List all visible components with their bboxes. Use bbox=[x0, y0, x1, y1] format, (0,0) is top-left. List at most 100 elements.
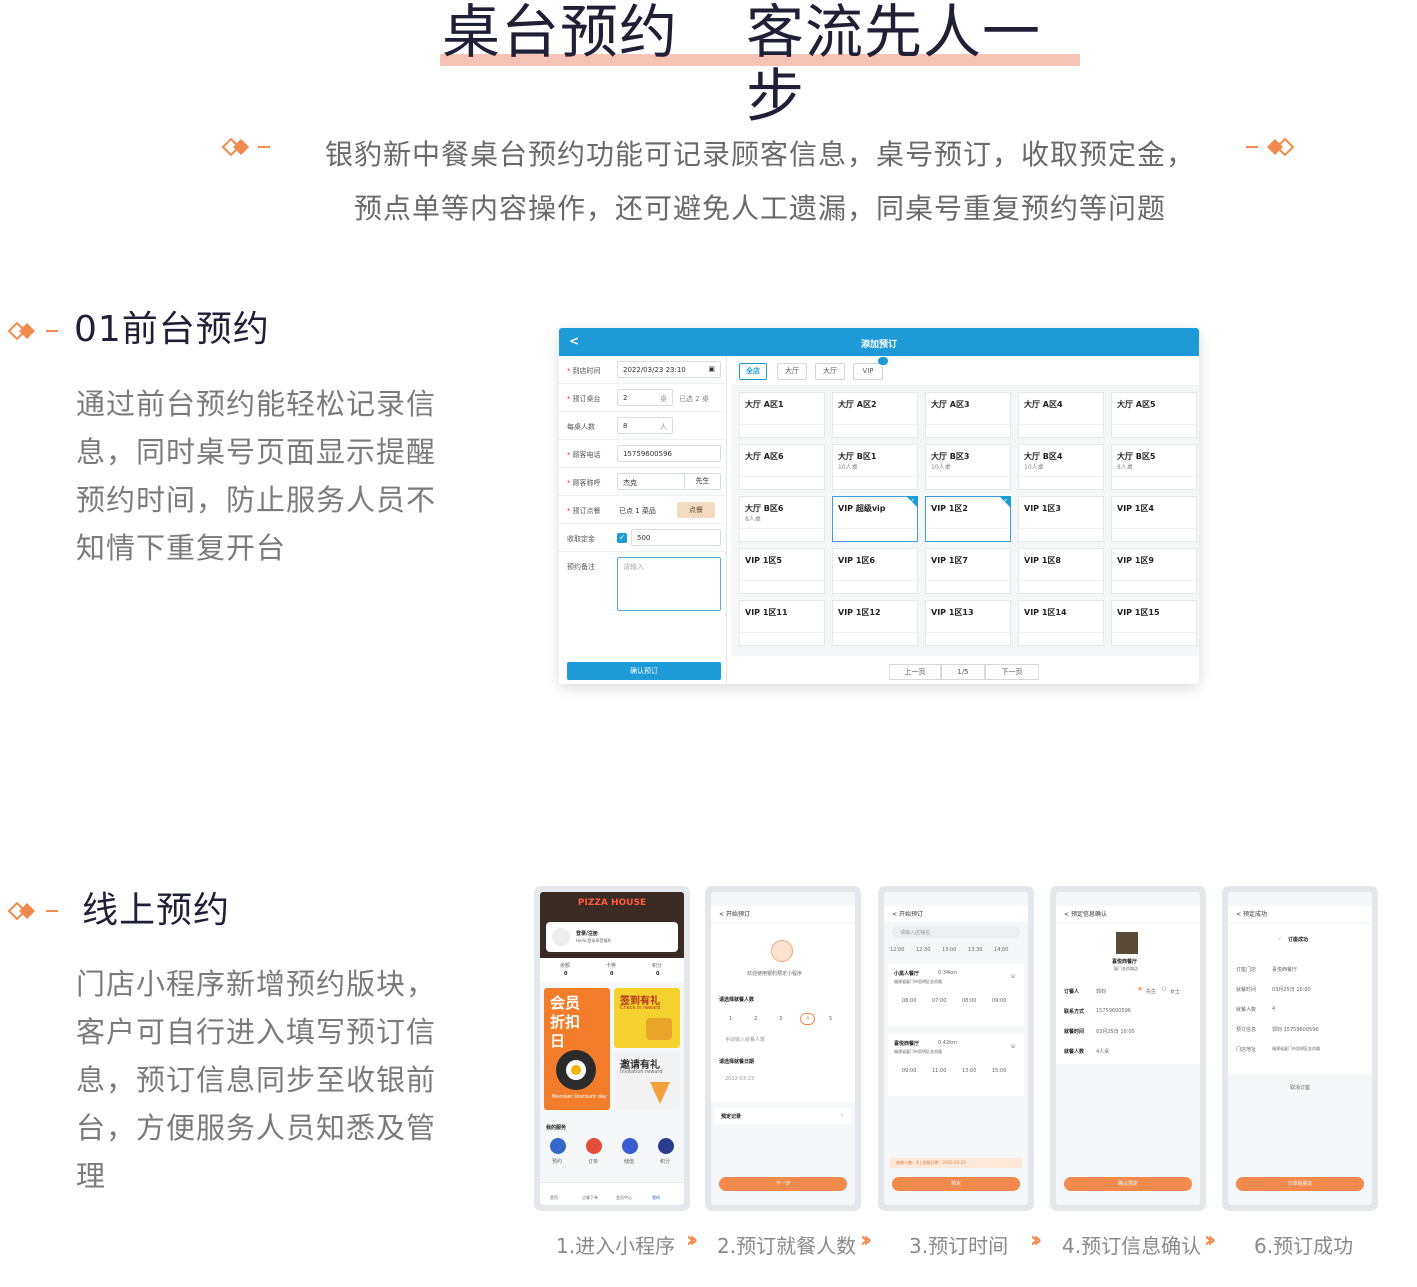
table-cell[interactable]: VIP 1区15 bbox=[1111, 600, 1197, 646]
reserve-button[interactable]: 预定 bbox=[892, 1177, 1020, 1191]
table-cell[interactable]: 大厅 B区1 10人桌 bbox=[832, 444, 918, 490]
note-textarea[interactable]: 请输入 bbox=[617, 557, 721, 611]
next-page-button[interactable]: 下一页 bbox=[985, 664, 1039, 680]
table-count-field[interactable]: 2桌 bbox=[617, 389, 673, 406]
confirm-reserve-button[interactable]: 确认预定 bbox=[1064, 1177, 1192, 1191]
table-cell[interactable]: VIP 1区2 ✓ bbox=[925, 496, 1011, 542]
time-chip[interactable]: 12:30 bbox=[916, 947, 930, 953]
title-select[interactable]: 先生 bbox=[684, 474, 720, 489]
back-icon[interactable]: < bbox=[1064, 911, 1069, 918]
member-discount-card[interactable]: 会员折扣日 Member Discount day bbox=[544, 988, 610, 1110]
time-chip[interactable]: 13:30 bbox=[968, 947, 982, 953]
store-card[interactable]: 小黑人餐厅 0.34km 福建省厦门市思明区金尚路 ☏ 08:00 07:00 … bbox=[888, 964, 1024, 1026]
phone-icon[interactable]: ☏ bbox=[1010, 974, 1016, 980]
people-option[interactable]: 5 bbox=[829, 1016, 832, 1022]
table-cell[interactable]: 大厅 B区5 8人桌 bbox=[1111, 444, 1197, 490]
people-option[interactable]: 2 bbox=[754, 1016, 757, 1022]
table-cell[interactable]: VIP 1区7 bbox=[925, 548, 1011, 594]
form-row-order: * 预订点餐 已点 1 菜品 点餐 bbox=[559, 496, 727, 524]
table-cell[interactable]: VIP 1区6 bbox=[832, 548, 918, 594]
people-option-selected[interactable]: 4 bbox=[800, 1013, 816, 1025]
table-cell[interactable]: 大厅 B区3 10人桌 bbox=[925, 444, 1011, 490]
login-card[interactable]: 登录/注册 Hello,登录享受福利 bbox=[546, 922, 678, 952]
time-chip[interactable]: 13:00 bbox=[942, 947, 956, 953]
tab-vip[interactable]: VIP bbox=[853, 357, 888, 380]
deposit-checkbox[interactable]: ✓ bbox=[617, 533, 627, 543]
tab-mine[interactable]: 我的 bbox=[652, 1195, 660, 1201]
table-cell[interactable]: VIP 1区5 bbox=[739, 548, 825, 594]
table-cell[interactable]: 大厅 A区1 bbox=[739, 392, 825, 438]
customer-name-field[interactable]: 杰克 先生 bbox=[617, 473, 721, 490]
table-cell[interactable]: VIP 1区13 bbox=[925, 600, 1011, 646]
time-slot[interactable]: 07:00 bbox=[932, 998, 946, 1004]
table-cell[interactable]: VIP 1区11 bbox=[739, 600, 825, 646]
confirm-reservation-button[interactable]: 确认预订 bbox=[567, 662, 721, 680]
table-grid: 大厅 A区1 大厅 A区2 大厅 A区3 大厅 A区4 大厅 A区5 大厅 A区6 大厅 B… bbox=[731, 386, 1199, 656]
order-food-button[interactable]: 点餐 bbox=[677, 502, 715, 518]
time-chip[interactable]: 14:00 bbox=[994, 947, 1008, 953]
orders-icon[interactable] bbox=[586, 1138, 602, 1154]
table-cell[interactable]: 大厅 A区4 bbox=[1018, 392, 1104, 438]
table-cell[interactable]: 大厅 A区6 bbox=[739, 444, 825, 490]
table-cell[interactable]: VIP 1区14 bbox=[1018, 600, 1104, 646]
back-icon[interactable]: < bbox=[719, 911, 724, 918]
time-chip[interactable]: 12:00 bbox=[890, 947, 904, 953]
radio-selected-icon[interactable]: ◉ bbox=[1138, 986, 1142, 992]
time-slot[interactable]: 08:00 bbox=[962, 998, 976, 1004]
date-input[interactable]: 2022-03-23 bbox=[725, 1076, 754, 1082]
table-cell[interactable]: VIP 1区8 bbox=[1018, 548, 1104, 594]
time-slot[interactable]: 11:00 bbox=[932, 1068, 946, 1074]
tab-home[interactable]: 首页 bbox=[550, 1195, 558, 1201]
stored-value-icon[interactable] bbox=[622, 1138, 638, 1154]
gender-option[interactable]: 女士 bbox=[1170, 988, 1180, 995]
table-name: 大厅 B区5 bbox=[1117, 452, 1156, 461]
time-slot[interactable]: 09:00 bbox=[902, 1068, 916, 1074]
search-placeholder: 请输入店铺名 bbox=[900, 930, 931, 936]
store-search-input[interactable]: 请输入店铺名 bbox=[892, 926, 1020, 938]
reserve-icon[interactable] bbox=[550, 1138, 566, 1154]
tab-member[interactable]: 会员中心 bbox=[616, 1195, 632, 1201]
table-cell[interactable]: 大厅 A区3 bbox=[925, 392, 1011, 438]
radio-icon[interactable]: ○ bbox=[1162, 986, 1166, 992]
people-option[interactable]: 3 bbox=[779, 1016, 782, 1022]
invitation-card[interactable]: 邀请有礼 Invitation reward bbox=[614, 1052, 680, 1110]
phone-icon[interactable]: ☏ bbox=[1010, 1044, 1016, 1050]
points-icon[interactable] bbox=[658, 1138, 674, 1154]
table-cell[interactable]: VIP 1区3 bbox=[1018, 496, 1104, 542]
table-cell[interactable]: VIP 超级vip ✓ bbox=[832, 496, 918, 542]
next-step-button[interactable]: 下一步 bbox=[719, 1177, 847, 1191]
people-per-table-field[interactable]: 8人 bbox=[617, 417, 673, 434]
gender-option[interactable]: 先生 bbox=[1146, 988, 1156, 995]
manual-people-input[interactable]: 手动输入就餐人数 bbox=[725, 1036, 765, 1043]
prev-page-button[interactable]: 上一页 bbox=[889, 664, 941, 680]
cancel-reservation-link[interactable]: 取消订座 bbox=[1290, 1084, 1310, 1091]
back-icon[interactable]: < bbox=[892, 911, 897, 918]
table-name: 大厅 B区4 bbox=[1024, 452, 1063, 461]
table-cell[interactable]: VIP 1区12 bbox=[832, 600, 918, 646]
arrival-time-field[interactable]: 2022/03/23 23:10 ▣ bbox=[617, 361, 721, 378]
check-in-card[interactable]: 签到有礼 Check in reward bbox=[614, 988, 680, 1048]
table-cell[interactable]: 大厅 A区5 bbox=[1111, 392, 1197, 438]
tab-hall-1[interactable]: 大厅 bbox=[777, 363, 807, 380]
table-cell[interactable]: VIP 1区9 bbox=[1111, 548, 1197, 594]
time-slot[interactable]: 15:00 bbox=[992, 1068, 1006, 1074]
time-slot[interactable]: 08:00 bbox=[902, 998, 916, 1004]
time-slot[interactable]: 09:00 bbox=[992, 998, 1006, 1004]
tab-order[interactable]: 点餐下单 bbox=[582, 1195, 598, 1201]
table-cell[interactable]: 大厅 B区6 8人桌 bbox=[739, 496, 825, 542]
table-name: VIP 1区5 bbox=[745, 556, 782, 565]
reservation-record-row[interactable]: 预定记录 › bbox=[715, 1108, 851, 1124]
promo-en: Invitation reward bbox=[620, 1069, 663, 1075]
time-slot[interactable]: 13:00 bbox=[962, 1068, 976, 1074]
table-cell[interactable]: 大厅 B区4 10人桌 bbox=[1018, 444, 1104, 490]
tab-all[interactable]: 全店 bbox=[739, 363, 767, 380]
deposit-field[interactable]: 500 bbox=[631, 529, 721, 546]
table-cell[interactable]: 大厅 A区2 bbox=[832, 392, 918, 438]
table-cell[interactable]: VIP 1区4 bbox=[1111, 496, 1197, 542]
back-icon[interactable]: < bbox=[1236, 911, 1241, 918]
people-option[interactable]: 1 bbox=[729, 1016, 732, 1022]
store-card[interactable]: 喜悦西餐厅 0.42km 福建省厦门市思明区金尚路 ☏ 09:00 11:00 … bbox=[888, 1034, 1024, 1096]
tab-hall-2[interactable]: 大厅 bbox=[815, 363, 845, 380]
share-button[interactable]: 分享给朋友 bbox=[1236, 1177, 1364, 1191]
phone-field[interactable]: 15759600596 bbox=[617, 445, 721, 462]
